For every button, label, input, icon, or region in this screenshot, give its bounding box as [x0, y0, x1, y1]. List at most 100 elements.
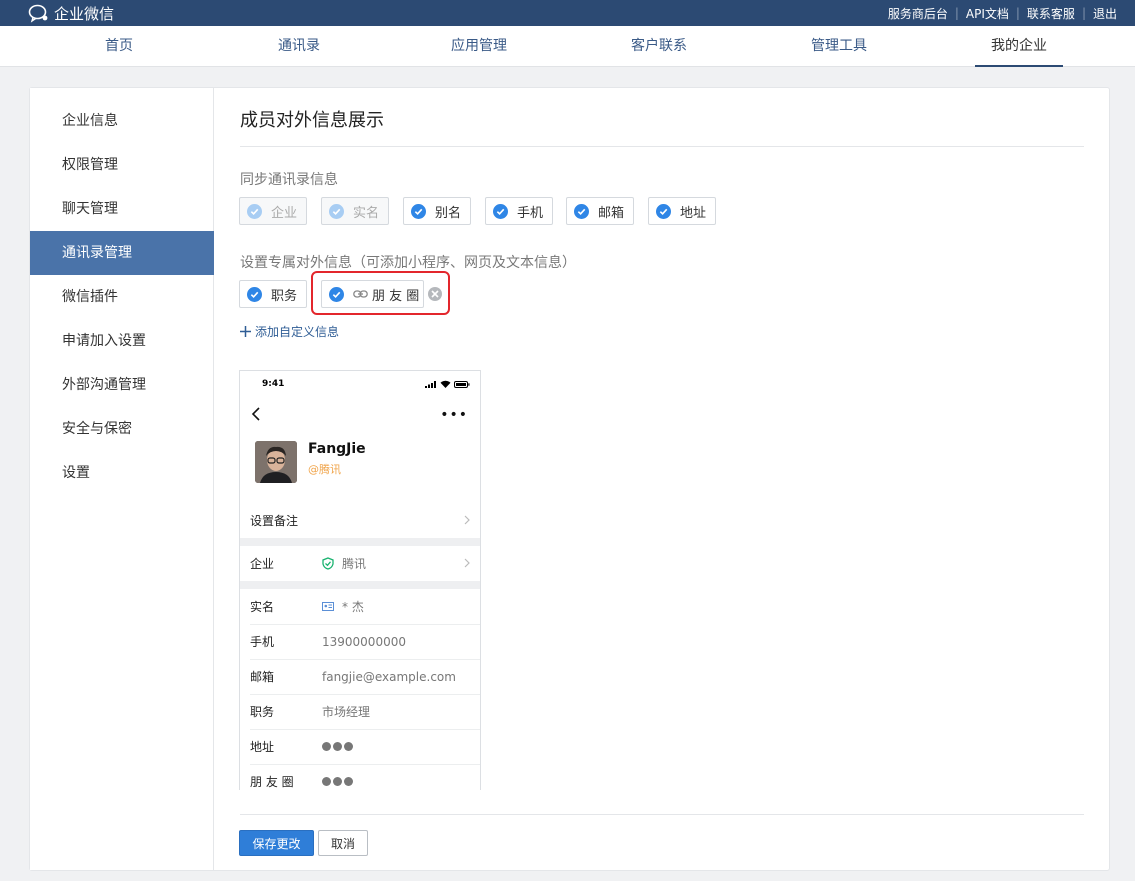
row-value-text: * 杰 [342, 600, 364, 614]
info-row-moments: 朋 友 圈 [240, 764, 480, 790]
row-label: 实名 [250, 600, 275, 614]
separator: | [1081, 6, 1086, 20]
custom-chip-position[interactable]: 职务 [239, 280, 307, 308]
custom-chip-moments[interactable]: 朋 友 圈 [321, 280, 424, 308]
separator: | [954, 6, 959, 20]
cancel-button[interactable]: 取消 [318, 830, 368, 856]
row-label: 手机 [250, 635, 275, 649]
wecom-logo-icon [28, 4, 48, 23]
plus-icon [240, 325, 251, 337]
sync-section-label: 同步通讯录信息 [240, 172, 338, 188]
sync-chip-enterprise[interactable]: 企业 [239, 197, 307, 225]
mobile-preview: 9:41 ••• FangJie @腾讯 设置备注 企业 腾讯 实名 * 杰 手… [239, 370, 481, 790]
save-button[interactable]: 保存更改 [239, 830, 314, 856]
remove-icon[interactable] [428, 287, 442, 301]
info-row-email: 邮箱 fangjie@example.com [240, 659, 480, 694]
row-value: 腾讯 [322, 555, 366, 572]
sidebar-item-permissions[interactable]: 权限管理 [30, 143, 214, 187]
divider [240, 814, 1084, 815]
sync-chip-real-name[interactable]: 实名 [321, 197, 389, 225]
avatar [255, 441, 297, 483]
nav-my-enterprise[interactable]: 我的企业 [975, 26, 1063, 67]
sidebar-item-wechat-plugin[interactable]: 微信插件 [30, 275, 214, 319]
check-icon [247, 286, 262, 302]
enterprise-row[interactable]: 企业 腾讯 [240, 546, 480, 581]
check-icon [574, 203, 589, 219]
top-bar: 企业微信 服务商后台 | API文档 | 联系客服 | 退出 [0, 0, 1135, 26]
wifi-icon [440, 380, 451, 388]
service-provider-link[interactable]: 服务商后台 [888, 5, 948, 22]
avatar-image [255, 441, 297, 483]
sidebar-item-join-settings[interactable]: 申请加入设置 [30, 319, 214, 363]
sync-chip-label: 手机 [517, 205, 544, 221]
sidebar-item-security[interactable]: 安全与保密 [30, 407, 214, 451]
placeholder-dots [322, 777, 353, 786]
id-card-icon [322, 602, 334, 611]
info-row-position: 职务 市场经理 [240, 694, 480, 729]
sync-chip-label: 企业 [271, 205, 298, 221]
row-label: 设置备注 [250, 514, 299, 528]
row-label: 邮箱 [250, 670, 275, 684]
contact-corp-tag: @腾讯 [308, 463, 341, 476]
sidebar-item-external-communication[interactable]: 外部沟通管理 [30, 363, 214, 407]
logout-link[interactable]: 退出 [1093, 5, 1117, 22]
row-value: * 杰 [322, 598, 364, 615]
sidebar-item-chat-management[interactable]: 聊天管理 [30, 187, 214, 231]
section-gap [240, 581, 480, 589]
link-icon [353, 290, 368, 298]
sidebar: 企业信息 权限管理 聊天管理 通讯录管理 微信插件 申请加入设置 外部沟通管理 … [30, 88, 214, 870]
sync-chip-label: 地址 [680, 205, 707, 221]
back-chevron-icon[interactable] [251, 407, 261, 421]
app-logo-text: 企业微信 [54, 4, 115, 23]
check-icon [329, 286, 344, 302]
check-icon [493, 203, 508, 219]
sync-chip-alias[interactable]: 别名 [403, 197, 471, 225]
status-time: 9:41 [262, 379, 285, 389]
row-label: 地址 [250, 740, 275, 754]
divider [240, 146, 1084, 147]
signal-icon [425, 380, 436, 388]
chevron-right-icon [464, 558, 470, 568]
sidebar-item-enterprise-info[interactable]: 企业信息 [30, 99, 214, 143]
info-row-address: 地址 [240, 729, 480, 764]
sidebar-item-contacts-management[interactable]: 通讯录管理 [30, 231, 214, 275]
sync-chip-label: 邮箱 [598, 205, 625, 221]
main-nav: 首页 通讯录 应用管理 客户联系 管理工具 我的企业 [0, 26, 1135, 67]
custom-section-label: 设置专属对外信息（可添加小程序、网页及文本信息） [240, 255, 576, 271]
nav-customer-contact[interactable]: 客户联系 [619, 26, 699, 67]
api-docs-link[interactable]: API文档 [966, 5, 1009, 22]
status-icons [425, 380, 470, 388]
sync-chip-email[interactable]: 邮箱 [566, 197, 634, 225]
app-logo[interactable]: 企业微信 [28, 2, 114, 24]
chevron-right-icon [464, 515, 470, 525]
sync-chip-label: 实名 [353, 205, 380, 221]
nav-admin-tools[interactable]: 管理工具 [799, 26, 879, 67]
row-value-text: 13900000000 [322, 634, 406, 649]
check-icon [247, 203, 262, 219]
sync-chip-mobile[interactable]: 手机 [485, 197, 553, 225]
row-label: 职务 [250, 705, 275, 719]
nav-home[interactable]: 首页 [79, 26, 159, 67]
sidebar-item-settings[interactable]: 设置 [30, 451, 214, 495]
check-icon [329, 203, 344, 219]
nav-app-management[interactable]: 应用管理 [439, 26, 519, 67]
battery-icon [454, 380, 470, 388]
sync-chip-address[interactable]: 地址 [648, 197, 716, 225]
info-row-real-name: 实名 * 杰 [240, 589, 480, 624]
custom-chip-label: 职务 [271, 288, 298, 304]
add-custom-info-label: 添加自定义信息 [255, 324, 340, 339]
add-custom-info-link[interactable]: 添加自定义信息 [240, 323, 339, 339]
check-icon [656, 203, 671, 219]
row-label: 企业 [250, 557, 275, 571]
info-row-mobile: 手机 13900000000 [240, 624, 480, 659]
row-label: 朋 友 圈 [250, 775, 294, 789]
custom-chip-label: 朋 友 圈 [372, 288, 420, 304]
more-options-icon[interactable]: ••• [440, 408, 468, 422]
page-title: 成员对外信息展示 [240, 110, 384, 131]
section-gap [240, 538, 480, 546]
set-remark-row[interactable]: 设置备注 [240, 503, 480, 538]
nav-contacts[interactable]: 通讯录 [259, 26, 339, 67]
contact-support-link[interactable]: 联系客服 [1027, 5, 1075, 22]
separator: | [1015, 6, 1020, 20]
contact-name: FangJie [308, 441, 366, 457]
